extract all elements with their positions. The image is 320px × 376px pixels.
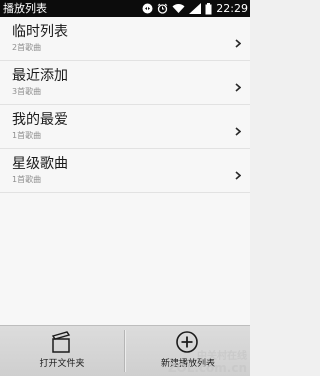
playlist-item-favorites[interactable]: 我的最爱 1首歌曲 (0, 105, 250, 149)
playlist-list: 临时列表 2首歌曲 最近添加 3首歌曲 我的最爱 1首歌曲 星级歌曲 1首歌曲 (0, 17, 250, 325)
clock: 22:29 (216, 2, 248, 15)
playlist-title: 星级歌曲 (12, 156, 68, 172)
add-circle-icon (175, 330, 199, 358)
playlist-song-count: 2首歌曲 (12, 43, 42, 52)
chevron-right-icon (235, 77, 242, 96)
battery-icon (205, 2, 212, 15)
chevron-right-icon (235, 165, 242, 184)
open-folder-button[interactable]: 打开文件夹 (0, 326, 124, 376)
chevron-right-icon (235, 33, 242, 52)
app-title: 播放列表 (3, 2, 47, 15)
playlist-item-recently-added[interactable]: 最近添加 3首歌曲 (0, 61, 250, 105)
status-icons: 22:29 (142, 1, 248, 16)
playlist-song-count: 3首歌曲 (12, 87, 42, 96)
open-folder-label: 打开文件夹 (39, 359, 85, 369)
playlist-title: 临时列表 (12, 24, 68, 40)
playlist-song-count: 1首歌曲 (12, 175, 42, 184)
chevron-right-icon (235, 121, 242, 140)
playlist-title: 最近添加 (12, 68, 68, 84)
signal-icon (189, 3, 202, 14)
playlist-item-starred[interactable]: 星级歌曲 1首歌曲 (0, 149, 250, 193)
new-playlist-label: 新建播放列表 (160, 359, 215, 369)
button-divider (124, 330, 125, 372)
status-bar: 播放列表 22:29 (0, 0, 250, 17)
playlist-title: 我的最爱 (12, 112, 68, 128)
alarm-icon (157, 3, 168, 14)
new-playlist-button[interactable]: 新建播放列表 (126, 326, 250, 376)
bottom-action-bar: 打开文件夹 新建播放列表 中关村在线 ZOL.com.cn (0, 325, 250, 376)
wifi-icon (172, 3, 185, 14)
playlist-item-temporary[interactable]: 临时列表 2首歌曲 (0, 17, 250, 61)
folder-icon (50, 330, 72, 358)
sync-icon (142, 3, 153, 14)
playlist-song-count: 1首歌曲 (12, 131, 42, 140)
